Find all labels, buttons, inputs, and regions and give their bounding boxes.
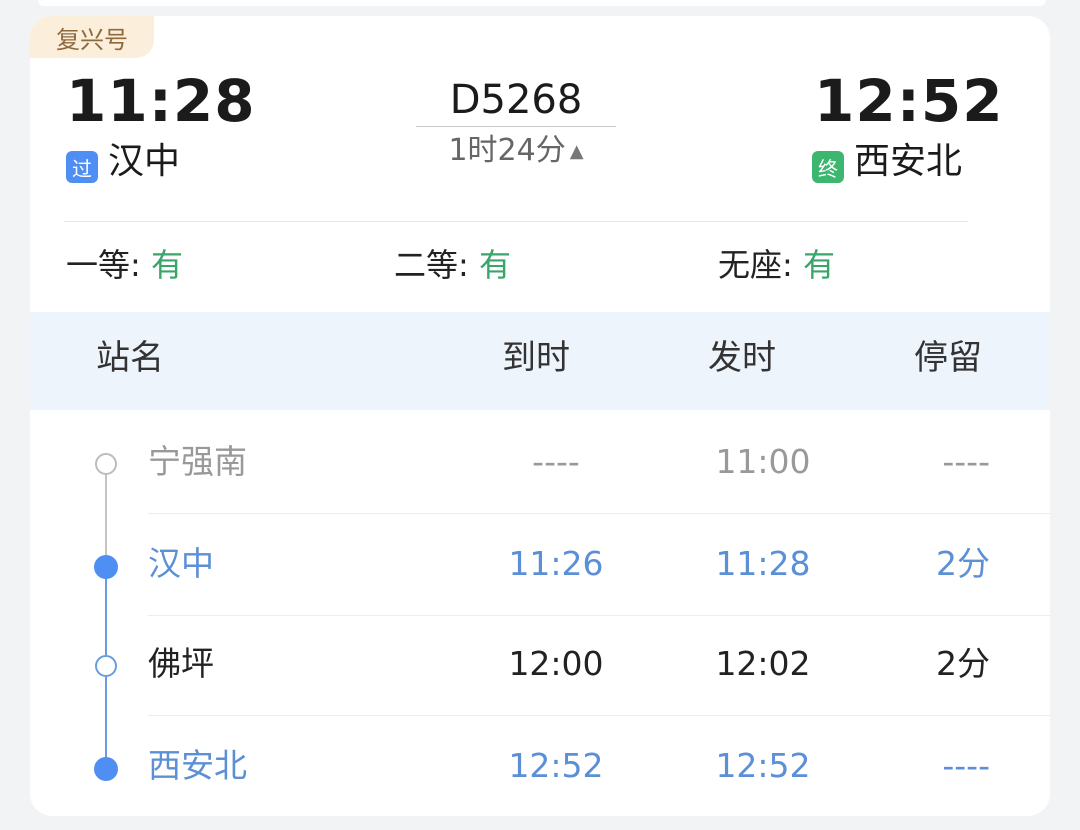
train-type-badge: 复兴号 — [30, 16, 154, 58]
train-detail-card: 复兴号 11:28 过 汉中 D5268 1时24分 ▲ 12:52 终 西安北 … — [30, 16, 1050, 816]
seat-availability: 有 — [150, 246, 183, 284]
seat-first-class: 一等: 有 — [66, 246, 183, 284]
pass-through-tag: 过 — [66, 151, 98, 183]
header-arrive-time: 到时 — [502, 338, 570, 378]
seat-standing: 无座: 有 — [718, 246, 835, 284]
train-number-underline — [416, 126, 616, 127]
row-separator — [148, 715, 1050, 716]
seat-label: 无座: — [718, 246, 803, 284]
header-station-name: 站名 — [96, 338, 164, 378]
arrival-station: 西安北 — [854, 141, 963, 182]
row-separator — [148, 615, 1050, 616]
seat-label: 一等: — [66, 246, 151, 284]
row-separator — [148, 513, 1050, 514]
stop-dot-icon — [94, 555, 118, 579]
row-stop-duration: ---- — [942, 746, 990, 785]
row-arrive-time: 11:26 — [508, 544, 604, 583]
header-depart-time: 发时 — [708, 338, 776, 378]
row-station-name: 宁强南 — [148, 442, 247, 481]
train-number: D5268 — [449, 77, 583, 123]
departure-time: 11:28 — [66, 67, 256, 135]
duration-toggle[interactable]: 1时24分 ▲ — [416, 136, 616, 166]
seat-label: 二等: — [394, 246, 479, 284]
row-arrive-time: ---- — [532, 442, 580, 481]
stop-dot-icon — [94, 757, 118, 781]
row-depart-time: 12:02 — [715, 644, 811, 683]
seat-availability: 有 — [802, 246, 835, 284]
arrival-time: 12:52 — [814, 67, 1004, 135]
row-stop-duration: 2分 — [936, 544, 990, 583]
divider — [64, 221, 968, 222]
row-arrive-time: 12:52 — [508, 746, 604, 785]
terminal-tag: 终 — [812, 151, 844, 183]
row-depart-time: 11:28 — [715, 544, 811, 583]
duration-text: 1时24分 — [448, 133, 566, 168]
route-line-passed — [105, 466, 107, 566]
row-stop-duration: ---- — [942, 442, 990, 481]
departure-station: 汉中 — [108, 141, 181, 182]
row-depart-time: 11:00 — [715, 442, 811, 481]
seat-availability: 有 — [478, 246, 511, 284]
triangle-up-icon: ▲ — [569, 140, 584, 162]
stop-dot-icon — [95, 453, 117, 475]
row-station-name: 汉中 — [148, 544, 214, 583]
row-station-name: 佛坪 — [148, 644, 214, 683]
row-stop-duration: 2分 — [936, 644, 990, 683]
previous-card-edge — [38, 0, 1046, 6]
stop-dot-icon — [95, 655, 117, 677]
seat-second-class: 二等: 有 — [394, 246, 511, 284]
row-station-name: 西安北 — [148, 746, 247, 785]
row-arrive-time: 12:00 — [508, 644, 604, 683]
header-stop-duration: 停留 — [914, 338, 982, 378]
row-depart-time: 12:52 — [715, 746, 811, 785]
